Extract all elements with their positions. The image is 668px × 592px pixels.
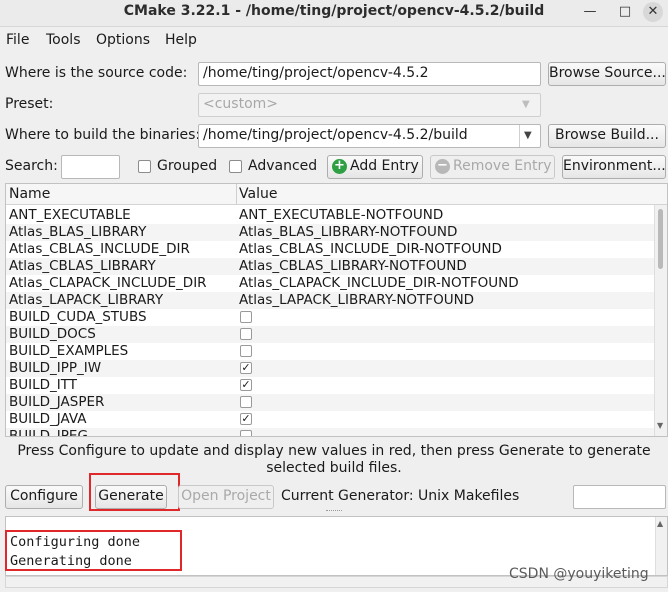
cell-name: BUILD_JPEG bbox=[9, 428, 88, 436]
info-text: Press Configure to update and display ne… bbox=[17, 443, 651, 476]
cell-value[interactable]: Atlas_CBLAS_LIBRARY-NOTFOUND bbox=[239, 258, 467, 274]
combo-divider bbox=[519, 125, 520, 147]
highlight-box-generate bbox=[89, 473, 180, 511]
table-header bbox=[6, 184, 667, 205]
cell-name: Atlas_CLAPACK_INCLUDE_DIR bbox=[9, 275, 207, 291]
cell-name: BUILD_JAVA bbox=[9, 411, 87, 427]
table-row[interactable]: BUILD_JASPER bbox=[6, 394, 654, 411]
cell-name: BUILD_IPP_IW bbox=[9, 360, 102, 376]
scroll-down-icon[interactable]: ▼ bbox=[657, 421, 663, 430]
maximize-button[interactable]: □ bbox=[615, 3, 635, 21]
cell-name: Atlas_CBLAS_LIBRARY bbox=[9, 258, 156, 274]
unchecked-checkbox-icon[interactable] bbox=[240, 430, 252, 436]
checked-checkbox-icon[interactable]: ✓ bbox=[240, 379, 252, 391]
add-icon: + bbox=[332, 159, 347, 174]
add-entry-button[interactable]: + Add Entry bbox=[327, 155, 423, 179]
menu-tools[interactable]: Tools bbox=[46, 32, 81, 48]
table-row[interactable]: Atlas_CBLAS_LIBRARY Atlas_CBLAS_LIBRARY-N… bbox=[6, 258, 654, 275]
open-project-button[interactable]: Open Project bbox=[178, 485, 274, 509]
table-row[interactable]: BUILD_JAVA ✓ bbox=[6, 411, 654, 428]
configure-button[interactable]: Configure bbox=[5, 485, 83, 509]
table-row[interactable]: Atlas_CBLAS_INCLUDE_DIR Atlas_CBLAS_INCLU… bbox=[6, 241, 654, 258]
cell-name: BUILD_JASPER bbox=[9, 394, 105, 410]
search-label: Search: bbox=[5, 158, 58, 174]
cell-value[interactable]: Atlas_CBLAS_INCLUDE_DIR-NOTFOUND bbox=[239, 241, 502, 257]
table-row[interactable]: BUILD_IPP_IW ✓ bbox=[6, 360, 654, 377]
unchecked-checkbox-icon[interactable] bbox=[240, 345, 252, 357]
advanced-label: Advanced bbox=[248, 158, 318, 174]
cell-name: ANT_EXECUTABLE bbox=[9, 207, 131, 223]
preset-label: Preset: bbox=[5, 96, 54, 112]
unchecked-checkbox-icon[interactable] bbox=[240, 396, 252, 408]
environment-button[interactable]: Environment... bbox=[562, 155, 666, 179]
column-header-value[interactable]: Value bbox=[239, 186, 277, 202]
table-row[interactable]: Atlas_BLAS_LIBRARY Atlas_BLAS_LIBRARY-NOT… bbox=[6, 224, 654, 241]
build-path-value: /home/ting/project/opencv-4.5.2/build bbox=[203, 127, 468, 143]
watermark-text: CSDN @youyiketing bbox=[509, 566, 649, 582]
header-divider bbox=[236, 184, 237, 205]
cell-value[interactable]: Atlas_CLAPACK_INCLUDE_DIR-NOTFOUND bbox=[239, 275, 519, 291]
splitter-handle[interactable] bbox=[326, 510, 342, 512]
remove-icon: − bbox=[435, 159, 450, 174]
close-button[interactable]: ✕ bbox=[643, 2, 663, 22]
minimize-button[interactable]: — bbox=[580, 3, 600, 21]
window-title: CMake 3.22.1 - /home/ting/project/opencv… bbox=[123, 3, 545, 19]
table-body: ANT_EXECUTABLE ANT_EXECUTABLE-NOTFOUND Atl… bbox=[6, 207, 654, 436]
table-row[interactable]: BUILD_JPEG bbox=[6, 428, 654, 436]
column-header-name[interactable]: Name bbox=[9, 186, 50, 202]
table-row[interactable]: Atlas_CLAPACK_INCLUDE_DIR Atlas_CLAPACK_I… bbox=[6, 275, 654, 292]
grouped-checkbox[interactable] bbox=[138, 160, 151, 173]
preset-arrow-icon: ▼ bbox=[522, 99, 530, 110]
output-scrollbar[interactable]: ▲ bbox=[655, 517, 667, 575]
grouped-label: Grouped bbox=[157, 158, 218, 174]
current-generator-label: Current Generator: Unix Makefiles bbox=[281, 488, 520, 504]
source-path-input[interactable]: /home/ting/project/opencv-4.5.2 bbox=[198, 62, 541, 86]
cell-name: BUILD_CUDA_STUBS bbox=[9, 309, 147, 325]
remove-entry-button[interactable]: − Remove Entry bbox=[430, 155, 555, 179]
cell-value[interactable]: Atlas_LAPACK_LIBRARY-NOTFOUND bbox=[239, 292, 474, 308]
menu-file[interactable]: File bbox=[6, 32, 29, 48]
menu-options[interactable]: Options bbox=[96, 32, 150, 48]
add-entry-label: Add Entry bbox=[350, 158, 419, 174]
unchecked-checkbox-icon[interactable] bbox=[240, 311, 252, 323]
progress-bar bbox=[573, 485, 666, 509]
preset-value: <custom> bbox=[203, 96, 279, 112]
cell-name: Atlas_LAPACK_LIBRARY bbox=[9, 292, 164, 308]
search-input[interactable] bbox=[61, 155, 120, 179]
table-row[interactable]: BUILD_EXAMPLES bbox=[6, 343, 654, 360]
table-row[interactable]: ANT_EXECUTABLE ANT_EXECUTABLE-NOTFOUND bbox=[6, 207, 654, 224]
cell-name: Atlas_BLAS_LIBRARY bbox=[9, 224, 147, 240]
build-dropdown-arrow-icon[interactable]: ▼ bbox=[524, 130, 532, 141]
cell-name: BUILD_EXAMPLES bbox=[9, 343, 129, 359]
cell-name: BUILD_ITT bbox=[9, 377, 78, 393]
build-label: Where to build the binaries: bbox=[5, 127, 201, 143]
cell-value[interactable]: Atlas_BLAS_LIBRARY-NOTFOUND bbox=[239, 224, 457, 240]
checked-checkbox-icon[interactable]: ✓ bbox=[240, 413, 252, 425]
table-row[interactable]: BUILD_CUDA_STUBS bbox=[6, 309, 654, 326]
cache-table[interactable]: Name Value ANT_EXECUTABLE ANT_EXECUTABLE-… bbox=[5, 183, 668, 437]
unchecked-checkbox-icon[interactable] bbox=[240, 328, 252, 340]
table-row[interactable]: BUILD_ITT ✓ bbox=[6, 377, 654, 394]
table-scrollbar[interactable]: ▼ bbox=[654, 205, 667, 436]
cell-value[interactable]: ANT_EXECUTABLE-NOTFOUND bbox=[239, 207, 443, 223]
preset-select: <custom> bbox=[198, 93, 541, 117]
table-row[interactable]: Atlas_LAPACK_LIBRARY Atlas_LAPACK_LIBRARY… bbox=[6, 292, 654, 309]
highlight-box-output bbox=[5, 530, 182, 571]
source-label: Where is the source code: bbox=[5, 65, 188, 81]
scrollbar-thumb[interactable] bbox=[658, 209, 663, 269]
checked-checkbox-icon[interactable]: ✓ bbox=[240, 362, 252, 374]
browse-build-button[interactable]: Browse Build... bbox=[548, 124, 666, 148]
build-path-combo[interactable]: /home/ting/project/opencv-4.5.2/build bbox=[198, 124, 541, 148]
output-scroll-up-icon[interactable]: ▲ bbox=[657, 519, 663, 528]
menu-help[interactable]: Help bbox=[165, 32, 197, 48]
table-row[interactable]: BUILD_DOCS bbox=[6, 326, 654, 343]
browse-source-button[interactable]: Browse Source... bbox=[548, 62, 666, 86]
cell-name: BUILD_DOCS bbox=[9, 326, 96, 342]
remove-entry-label: Remove Entry bbox=[453, 158, 552, 174]
cell-name: Atlas_CBLAS_INCLUDE_DIR bbox=[9, 241, 190, 257]
advanced-checkbox[interactable] bbox=[229, 160, 242, 173]
